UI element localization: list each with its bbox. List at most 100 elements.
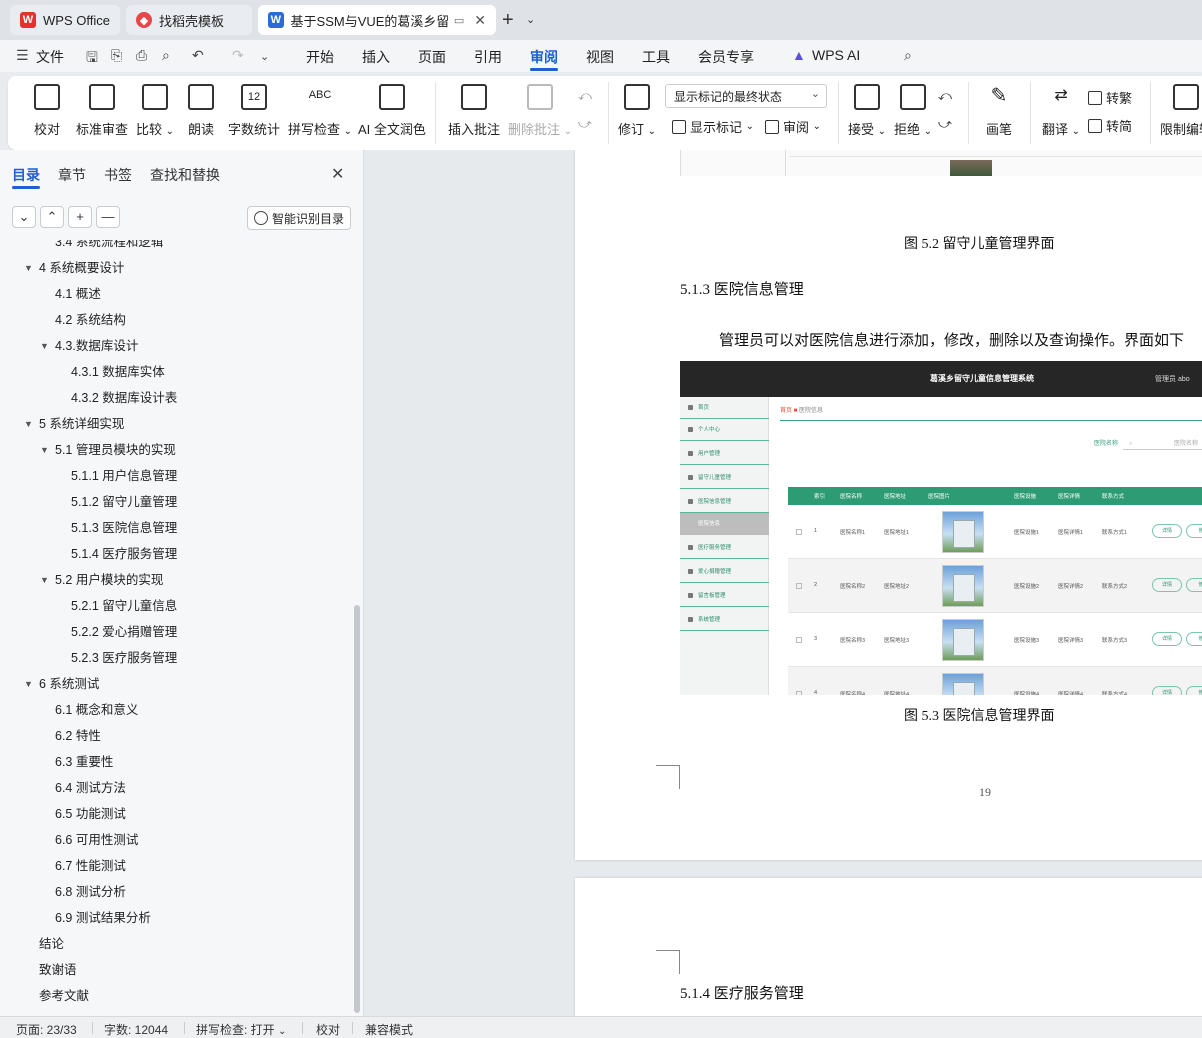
toc-expand-arrow-icon[interactable]: ▼	[40, 441, 49, 459]
nav-tab-chapters[interactable]: 章节	[58, 165, 86, 185]
delete-comment-button[interactable]: 删除批注 ⌄	[508, 84, 572, 138]
proofread-button[interactable]: 校对	[34, 84, 60, 138]
track-changes-button[interactable]: 修订 ⌄	[618, 84, 656, 138]
menu-membership[interactable]: 会员专享	[698, 47, 754, 67]
markup-state-select[interactable]: 显示标记的最终状态 ⌄	[665, 84, 827, 108]
nav-tab-find-replace[interactable]: 查找和替换	[150, 165, 220, 185]
word-count-button[interactable]: 12 字数统计	[228, 84, 280, 138]
toc-item[interactable]: 4 系统概要设计	[39, 259, 124, 277]
nav-tab-bookmarks[interactable]: 书签	[104, 165, 132, 185]
toc-item[interactable]: 5.1.3 医院信息管理	[71, 519, 177, 537]
tab-template[interactable]: ◆ 找稻壳模板	[126, 5, 252, 35]
menu-view[interactable]: 视图	[586, 47, 614, 67]
prev-comment-icon[interactable]: ⤺	[578, 88, 592, 104]
nav-tab-toc[interactable]: 目录	[12, 165, 40, 185]
menu-file[interactable]: 文件	[36, 47, 64, 67]
remove-heading-button[interactable]: —	[96, 206, 120, 228]
tab-document[interactable]: W 基于SSM与VUE的葛溪乡留守 ▭ ✕	[258, 5, 496, 35]
toc-item[interactable]: 5.2.1 留守儿童信息	[71, 597, 177, 615]
search-icon[interactable]: ⌕	[904, 47, 912, 64]
status-spell-check[interactable]: 拼写检查: 打开 ⌄	[196, 1021, 286, 1038]
toc-item[interactable]: 4.2 系统结构	[55, 311, 126, 329]
restrict-edit-button[interactable]: 限制编辑	[1160, 84, 1202, 138]
toc-expand-arrow-icon[interactable]: ▼	[40, 571, 49, 589]
accept-button[interactable]: 接受 ⌄	[848, 84, 886, 138]
toc-item[interactable]: 5.1.2 留守儿童管理	[71, 493, 177, 511]
toc-item[interactable]: 6.4 测试方法	[55, 779, 126, 797]
menu-page[interactable]: 页面	[418, 47, 446, 67]
print-preview-icon[interactable]: ⌕	[162, 47, 170, 64]
status-page[interactable]: 页面: 23/33	[16, 1021, 77, 1038]
toc-item[interactable]: 5 系统详细实现	[39, 415, 124, 433]
document-canvas[interactable]: 图 5.2 留守儿童管理界面 5.1.3 医院信息管理 管理员可以对医院信息进行…	[365, 150, 1202, 1016]
toc-item[interactable]: 6.1 概念和意义	[55, 701, 138, 719]
menu-tools[interactable]: 工具	[642, 47, 670, 67]
toc-item[interactable]: 5.1.4 医疗服务管理	[71, 545, 177, 563]
menu-review[interactable]: 审阅	[530, 47, 558, 67]
add-heading-button[interactable]: +	[68, 206, 92, 228]
toc-expand-arrow-icon[interactable]: ▼	[24, 675, 33, 693]
print-icon[interactable]: ⎙	[136, 47, 147, 64]
menu-references[interactable]: 引用	[474, 47, 502, 67]
menu-wps-ai[interactable]: WPS AI	[812, 47, 860, 63]
toc-item[interactable]: 结论	[39, 935, 64, 953]
new-tab-button[interactable]: +	[502, 9, 514, 32]
review-pane-button[interactable]: 审阅 ⌄	[765, 117, 821, 136]
expand-level-button[interactable]: ⌄	[12, 206, 36, 228]
toc-item[interactable]: 6.8 测试分析	[55, 883, 126, 901]
toc-item[interactable]: 4.3.1 数据库实体	[71, 363, 165, 381]
menu-home[interactable]: 开始	[306, 47, 334, 67]
toc-item[interactable]: 6.2 特性	[55, 727, 101, 745]
reject-button[interactable]: 拒绝 ⌄	[894, 84, 932, 138]
save-icon[interactable]: 🖫	[86, 47, 98, 71]
toc-item[interactable]: 6.5 功能测试	[55, 805, 126, 823]
spell-check-button[interactable]: ABC 拼写检查 ⌄	[288, 84, 352, 138]
toc-item[interactable]: 6.6 可用性测试	[55, 831, 138, 849]
toc-item[interactable]: 6 系统测试	[39, 675, 99, 693]
toc-item[interactable]: 6.7 性能测试	[55, 857, 126, 875]
insert-comment-button[interactable]: 插入批注	[448, 84, 500, 138]
toc-item[interactable]: 4.3.2 数据库设计表	[71, 389, 177, 407]
show-markup-button[interactable]: 显示标记 ⌄	[672, 117, 754, 136]
next-comment-icon[interactable]: ⤻	[578, 116, 592, 132]
toc-expand-arrow-icon[interactable]: ▼	[24, 415, 33, 433]
toc-expand-arrow-icon[interactable]: ▼	[24, 259, 33, 277]
tab-close-icon[interactable]: ✕	[474, 12, 486, 29]
toc-item[interactable]: 5.2.3 医疗服务管理	[71, 649, 177, 667]
smart-toc-button[interactable]: 智能识别目录	[247, 206, 351, 230]
toc-item[interactable]: 6.3 重要性	[55, 753, 113, 771]
to-simplified-button[interactable]: 转简	[1088, 116, 1132, 135]
prev-change-icon[interactable]: ⤺	[938, 88, 952, 104]
status-word-count[interactable]: 字数: 12044	[104, 1021, 168, 1038]
toc-item[interactable]: 4.3.数据库设计	[55, 337, 138, 355]
toc-item[interactable]: 5.2 用户模块的实现	[55, 571, 163, 589]
menu-insert[interactable]: 插入	[362, 47, 390, 67]
toc-expand-arrow-icon[interactable]: ▼	[40, 337, 49, 355]
read-aloud-button[interactable]: 朗读	[188, 84, 214, 138]
monitor-icon[interactable]: ▭	[454, 14, 464, 27]
toc-item[interactable]: 5.1 管理员模块的实现	[55, 441, 176, 459]
translate-button[interactable]: ⇄ 翻译 ⌄	[1042, 84, 1080, 138]
tab-list-chevron-icon[interactable]: ⌄	[526, 13, 535, 26]
nav-scrollbar-thumb[interactable]	[354, 605, 360, 1013]
quick-access-chevron-icon[interactable]: ⌄	[260, 50, 269, 63]
ai-polish-button[interactable]: AI 全文润色	[358, 84, 426, 138]
toc-item[interactable]: 5.1.1 用户信息管理	[71, 467, 177, 485]
status-proofread[interactable]: 校对	[316, 1021, 340, 1038]
toc-item[interactable]: 5.2.2 爱心捐赠管理	[71, 623, 177, 641]
pen-button[interactable]: ✎ 画笔	[986, 84, 1012, 138]
document-page[interactable]: 图 5.2 留守儿童管理界面 5.1.3 医院信息管理 管理员可以对医院信息进行…	[575, 150, 1202, 860]
redo-icon[interactable]: ↷	[232, 47, 244, 64]
tab-wps-office[interactable]: W WPS Office	[10, 5, 120, 35]
to-traditional-button[interactable]: 转繁	[1088, 88, 1132, 107]
compare-button[interactable]: 比较 ⌄	[136, 84, 174, 138]
toc-item[interactable]: 6.9 测试结果分析	[55, 909, 151, 927]
toc-item[interactable]: 4.1 概述	[55, 285, 101, 303]
standard-review-button[interactable]: 标准审查	[76, 84, 128, 138]
hamburger-icon[interactable]: ☰	[16, 47, 29, 64]
toc-item[interactable]: 致谢语	[39, 961, 77, 979]
toc-item[interactable]: 参考文献	[39, 987, 89, 1005]
collapse-level-button[interactable]: ⌃	[40, 206, 64, 228]
export-pdf-icon[interactable]: ⎘	[111, 47, 122, 64]
document-page[interactable]: 5.1.4 医疗服务管理	[575, 878, 1202, 1016]
